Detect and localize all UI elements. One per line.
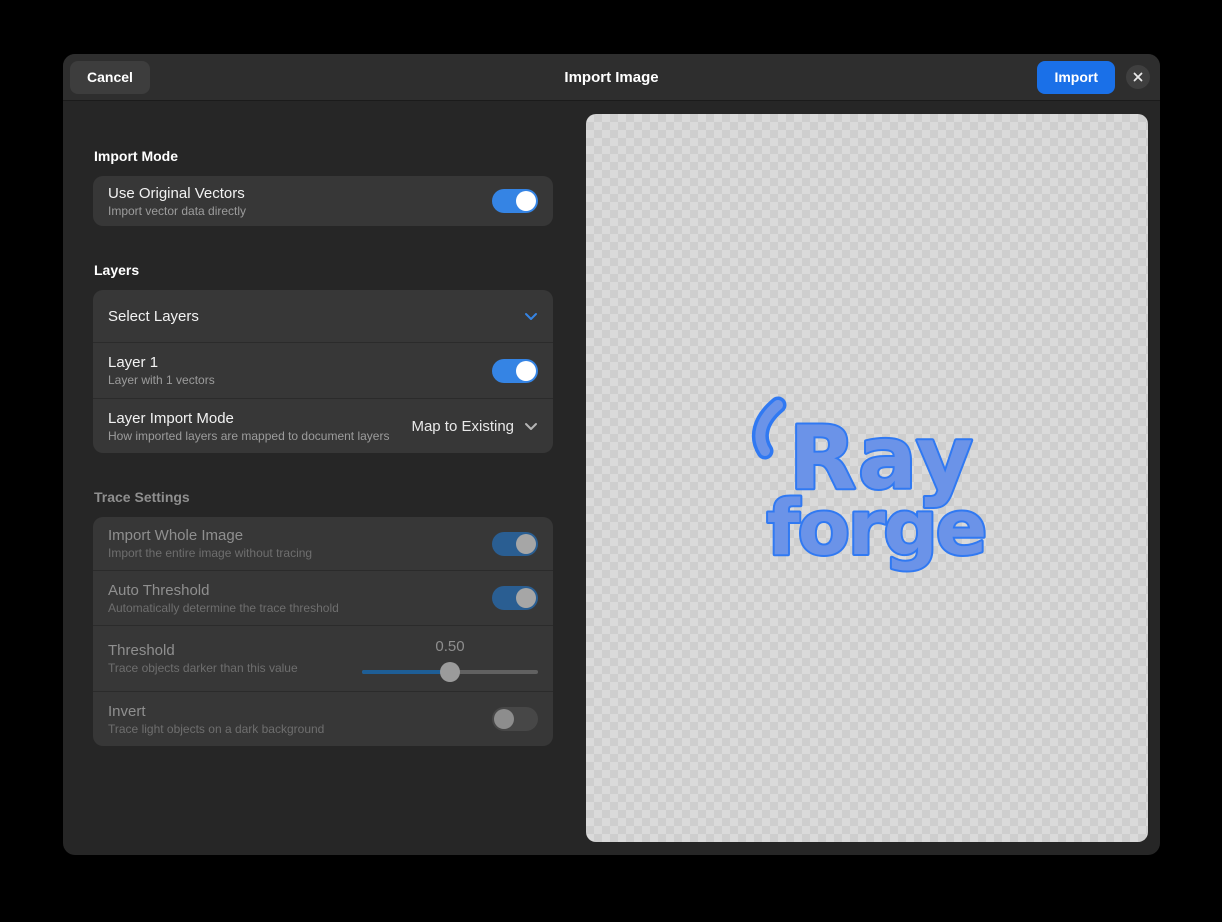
import-whole-image-row: Import Whole Image Import the entire ima…	[93, 517, 553, 570]
threshold-slider-group: 0.50	[362, 632, 538, 686]
trace-settings-card: Import Whole Image Import the entire ima…	[93, 517, 553, 746]
section-label-layers: Layers	[94, 262, 552, 278]
layer-1-title: Layer 1	[108, 354, 215, 371]
invert-row: Invert Trace light objects on a dark bac…	[93, 691, 553, 746]
import-button[interactable]: Import	[1037, 61, 1115, 94]
layer-import-mode-row: Layer Import Mode How imported layers ar…	[93, 398, 553, 453]
section-label-trace-settings: Trace Settings	[94, 489, 552, 505]
layer-1-subtitle: Layer with 1 vectors	[108, 373, 215, 387]
layer-1-row: Layer 1 Layer with 1 vectors	[93, 342, 553, 398]
layer-1-toggle[interactable]	[492, 359, 538, 383]
auto-threshold-row: Auto Threshold Automatically determine t…	[93, 570, 553, 625]
auto-threshold-subtitle: Automatically determine the trace thresh…	[108, 601, 339, 615]
layer-import-mode-title: Layer Import Mode	[108, 410, 389, 427]
settings-panel: Import Mode Use Original Vectors Import …	[93, 148, 553, 746]
import-whole-image-toggle	[492, 532, 538, 556]
import-whole-image-title: Import Whole Image	[108, 527, 312, 544]
toggle-knob	[516, 361, 536, 381]
dialog-title: Import Image	[63, 69, 1160, 86]
invert-title: Invert	[108, 703, 324, 720]
auto-threshold-toggle	[492, 586, 538, 610]
close-icon	[1132, 71, 1144, 83]
use-original-vectors-toggle[interactable]	[492, 189, 538, 213]
close-button[interactable]	[1126, 65, 1150, 89]
import-mode-card: Use Original Vectors Import vector data …	[93, 176, 553, 226]
chevron-down-icon	[524, 312, 538, 321]
toggle-knob	[516, 588, 536, 608]
use-original-vectors-row: Use Original Vectors Import vector data …	[93, 176, 553, 226]
threshold-title: Threshold	[108, 642, 298, 659]
threshold-value: 0.50	[362, 638, 538, 655]
invert-toggle	[492, 707, 538, 731]
slider-knob	[440, 662, 460, 682]
layer-import-mode-dropdown[interactable]: Map to Existing	[411, 418, 538, 435]
layer-import-mode-value: Map to Existing	[411, 418, 514, 435]
toggle-knob	[494, 709, 514, 729]
layer-import-mode-subtitle: How imported layers are mapped to docume…	[108, 429, 389, 443]
cancel-button[interactable]: Cancel	[70, 61, 150, 94]
slider-fill	[362, 670, 450, 674]
use-original-vectors-title: Use Original Vectors	[108, 185, 246, 202]
threshold-row: Threshold Trace objects darker than this…	[93, 625, 553, 691]
logo-text-forge: forge	[767, 483, 986, 572]
section-label-import-mode: Import Mode	[94, 148, 552, 164]
select-layers-expander[interactable]: Select Layers	[93, 290, 553, 342]
rayforge-logo: Ray forge	[586, 114, 1148, 842]
threshold-subtitle: Trace objects darker than this value	[108, 661, 298, 675]
invert-subtitle: Trace light objects on a dark background	[108, 722, 324, 736]
threshold-slider	[362, 662, 538, 682]
toggle-knob	[516, 534, 536, 554]
chevron-down-icon	[524, 422, 538, 431]
layers-card: Select Layers Layer 1 Layer with 1 vecto…	[93, 290, 553, 453]
toggle-knob	[516, 191, 536, 211]
image-preview: Ray forge	[586, 114, 1148, 842]
header-bar: Cancel Import Image Import	[63, 54, 1160, 101]
auto-threshold-title: Auto Threshold	[108, 582, 339, 599]
import-image-dialog: Cancel Import Image Import Import Mode U…	[63, 54, 1160, 855]
import-whole-image-subtitle: Import the entire image without tracing	[108, 546, 312, 560]
use-original-vectors-subtitle: Import vector data directly	[108, 204, 246, 218]
select-layers-title: Select Layers	[108, 308, 199, 325]
